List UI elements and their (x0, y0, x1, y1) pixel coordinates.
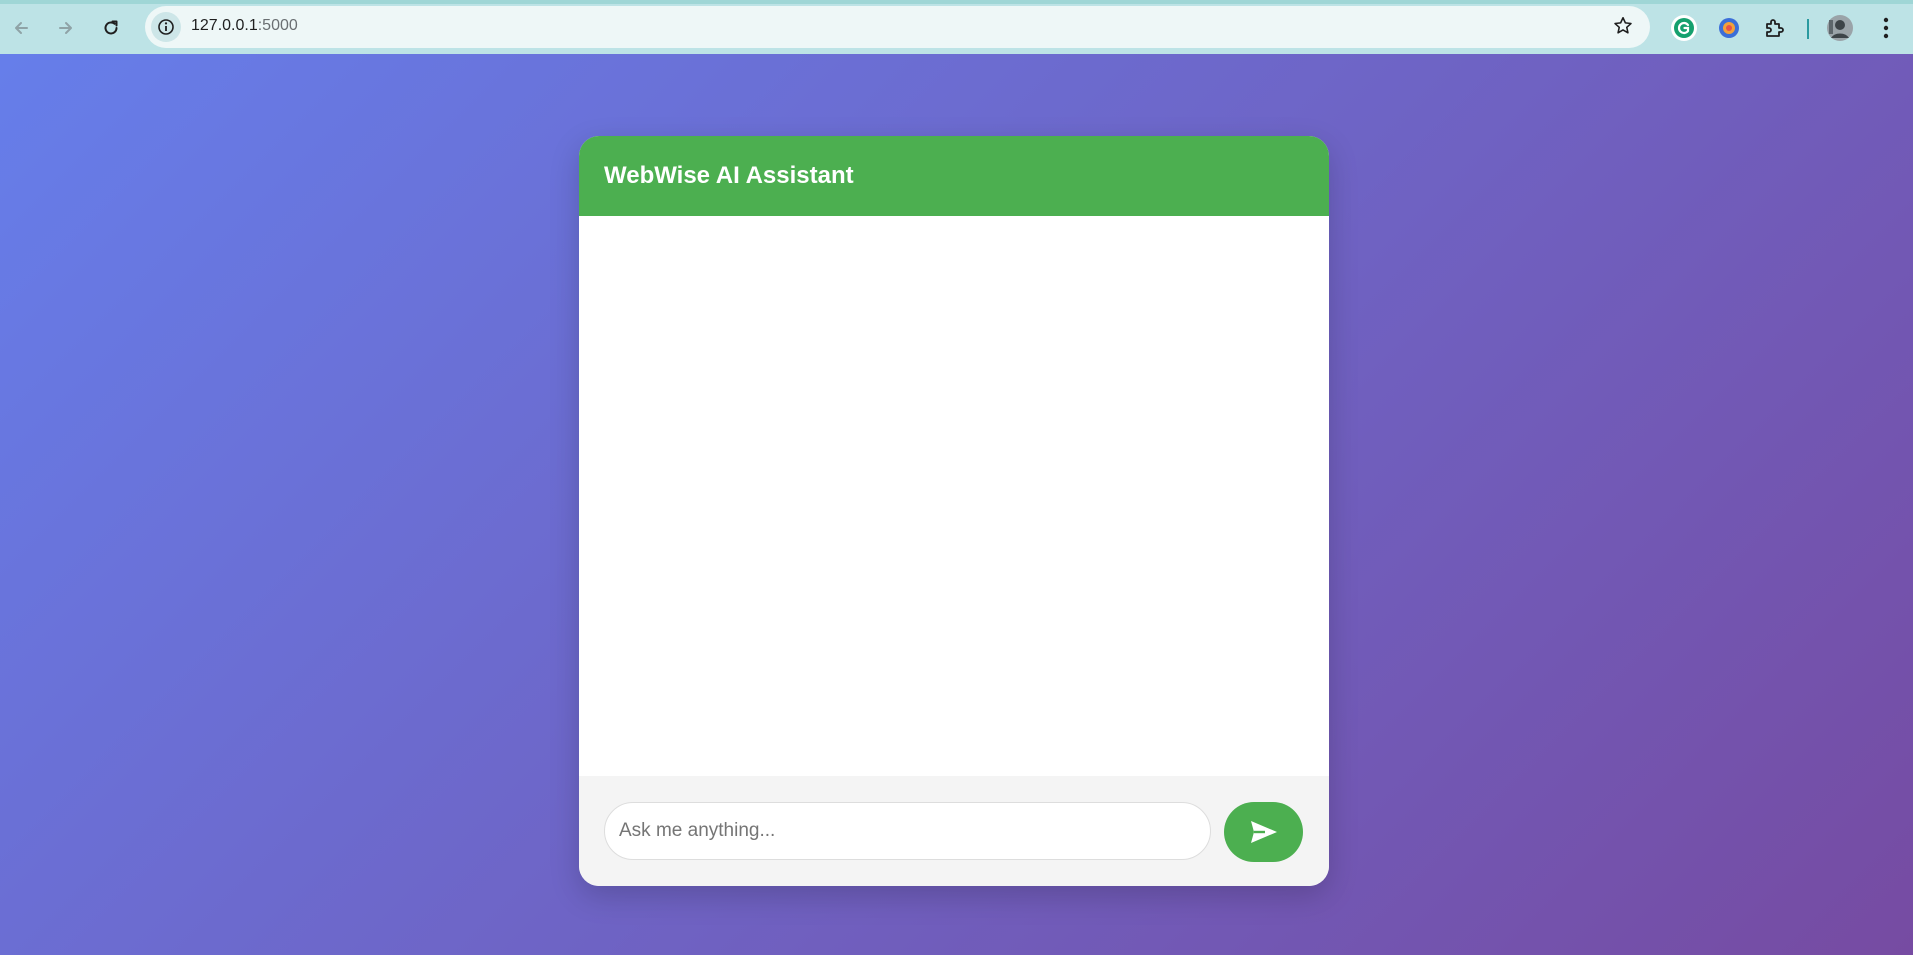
extensions-button[interactable] (1760, 14, 1788, 42)
chat-title: WebWise AI Assistant (604, 162, 854, 189)
send-button[interactable] (1224, 802, 1303, 862)
bookmark-button[interactable] (1612, 15, 1634, 42)
reload-button[interactable] (95, 12, 127, 44)
send-icon (1250, 821, 1277, 843)
arrow-right-icon (59, 22, 72, 34)
address-bar[interactable]: 127.0.0.1:5000 (145, 6, 1650, 48)
grammarly-extension-button[interactable] (1670, 14, 1698, 42)
browser-menu-button[interactable] (1872, 14, 1900, 42)
page-background: WebWise AI Assistant (0, 54, 1913, 955)
puzzle-extensions-icon (1766, 19, 1784, 37)
back-button[interactable] (5, 12, 37, 44)
browser-toolbar: 127.0.0.1:5000 (0, 0, 1913, 54)
url-port: :5000 (257, 17, 298, 34)
reload-icon (104, 20, 118, 35)
chat-header: WebWise AI Assistant (579, 136, 1329, 216)
star-icon (1614, 16, 1632, 34)
forward-button[interactable] (50, 12, 82, 44)
chat-input[interactable] (604, 802, 1211, 860)
profile-button[interactable] (1826, 14, 1854, 42)
color-extension-icon (1719, 18, 1739, 38)
chat-messages-area[interactable] (579, 216, 1329, 776)
grammarly-icon (1671, 15, 1697, 41)
arrow-left-icon (15, 22, 28, 34)
info-icon (158, 19, 174, 35)
chat-container: WebWise AI Assistant (579, 136, 1329, 886)
url-host: 127.0.0.1 (191, 17, 258, 34)
url-text[interactable]: 127.0.0.1:5000 (191, 17, 298, 35)
color-extension-button[interactable] (1715, 14, 1743, 42)
kebab-menu-icon (1883, 17, 1889, 39)
toolbar-divider (1807, 19, 1809, 39)
site-info-button[interactable] (151, 12, 181, 42)
chat-input-area (579, 776, 1329, 886)
avatar (1827, 15, 1853, 41)
